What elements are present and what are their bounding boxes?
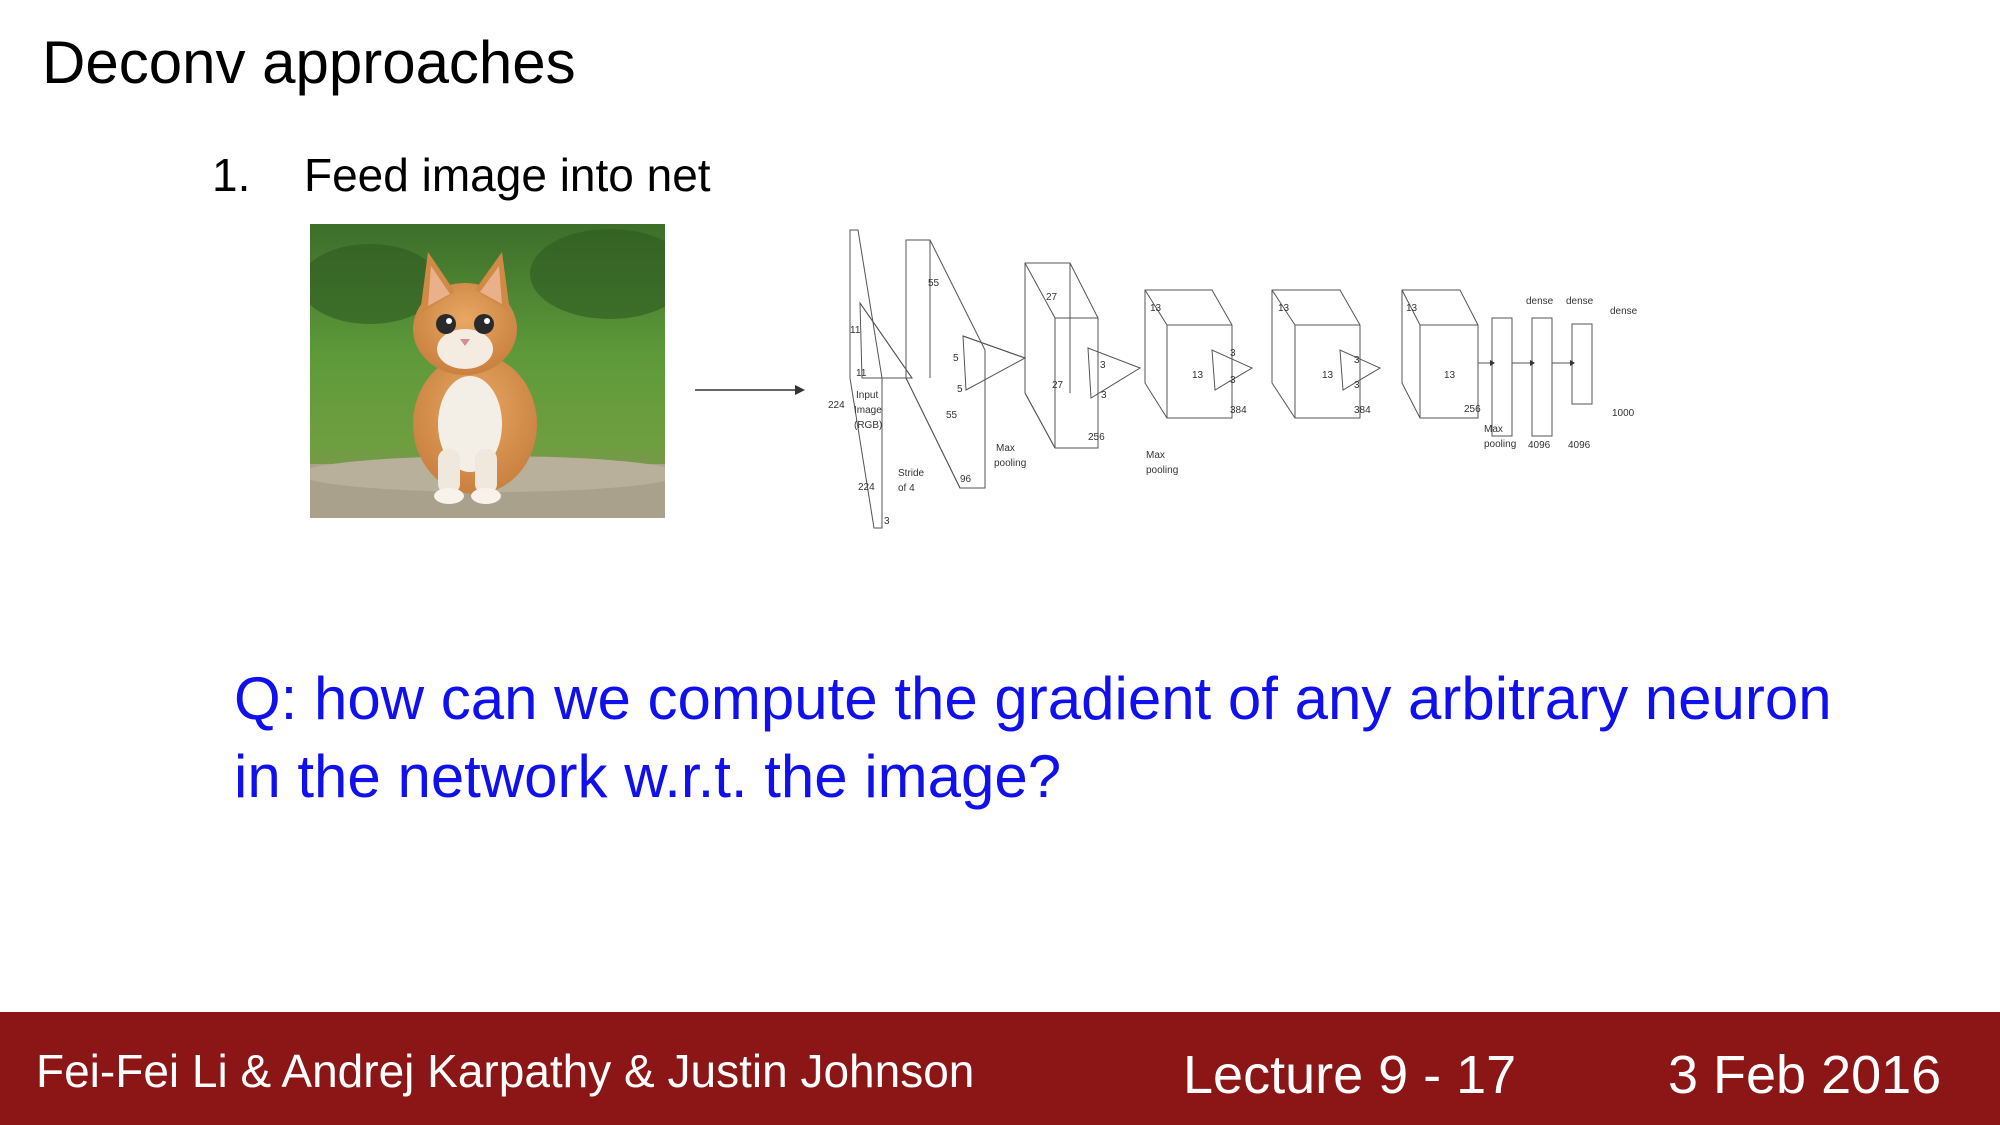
kitten-image [310,224,665,518]
slide-title: Deconv approaches [42,29,576,96]
step-item: 1. Feed image into net [212,148,711,202]
question-text: Q: how can we compute the gradient of an… [234,665,1832,810]
net-label: pooling [1484,439,1516,450]
net-label: 3 [884,516,890,527]
net-label: Max [996,443,1015,454]
net-label: pooling [1146,465,1178,476]
net-label: 13 [1150,303,1162,314]
net-label: 5 [953,353,959,364]
net-label: 3 [1230,348,1236,359]
net-label: 13 [1322,370,1334,381]
net-label: dense [1610,306,1638,317]
net-label: 96 [960,474,972,485]
net-label: 256 [1464,404,1481,415]
net-label: of 4 [898,483,915,494]
network-diagram: 224 224 3 11 11 Input Image (RGB) Stride… [828,229,1638,529]
net-label: 1000 [1612,408,1635,419]
arrow-icon [695,385,805,395]
net-label: 13 [1406,303,1418,314]
net-label: Max [1146,450,1165,461]
net-label: 13 [1444,370,1456,381]
net-label: 384 [1230,405,1247,416]
net-label: 3 [1100,360,1106,371]
net-label: 3 [1354,380,1360,391]
net-label: 27 [1052,380,1064,391]
net-label: Image [854,405,882,416]
footer-lecture: Lecture 9 - 17 [1183,1045,1517,1105]
net-label: pooling [994,458,1026,469]
net-label: 13 [1278,303,1290,314]
net-label: 224 [858,482,875,493]
step-number: 1. [212,149,251,201]
net-label: 224 [828,400,845,411]
net-label: 3 [1101,390,1107,401]
net-label: 13 [1192,370,1204,381]
footer-date: 3 Feb 2016 [1668,1045,1942,1105]
net-label: dense [1566,296,1594,307]
net-label: 3 [1230,375,1236,386]
net-label: 27 [1046,292,1058,303]
net-label: Input [856,390,878,401]
net-label: 3 [1354,355,1360,366]
net-label: 55 [946,410,958,421]
step-text: Feed image into net [304,149,711,201]
net-label: 256 [1088,432,1105,443]
net-label: 4096 [1528,440,1551,451]
net-label: 11 [856,368,867,379]
net-label: 11 [850,325,861,336]
net-label: 5 [957,384,963,395]
footer-bar: Fei-Fei Li & Andrej Karpathy & Justin Jo… [0,1012,2000,1125]
net-label: Stride [898,468,925,479]
net-label: Max [1484,424,1503,435]
net-label: 4096 [1568,440,1591,451]
net-label: (RGB) [854,420,882,431]
net-label: dense [1526,296,1554,307]
net-label: 384 [1354,405,1371,416]
net-label: 55 [928,278,940,289]
footer-authors: Fei-Fei Li & Andrej Karpathy & Justin Jo… [36,1045,975,1097]
